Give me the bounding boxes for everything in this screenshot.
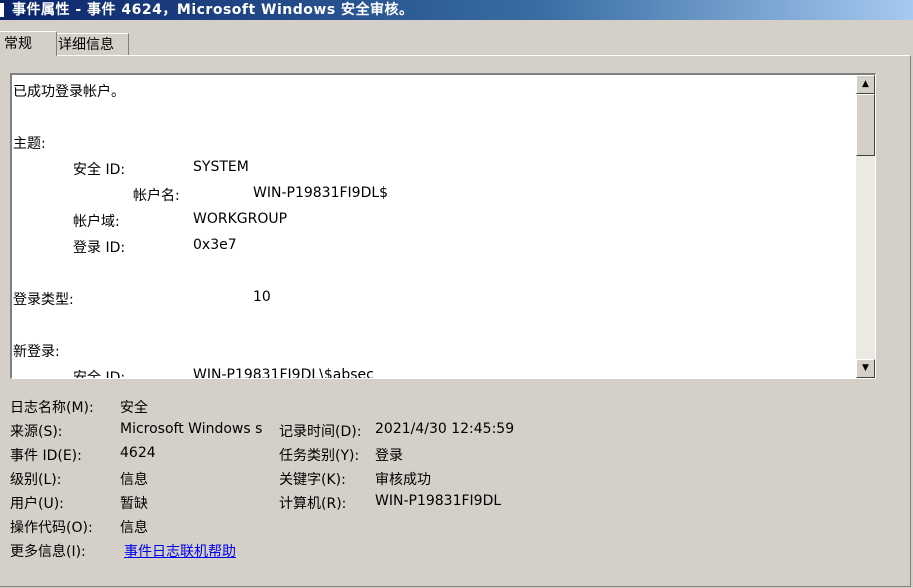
scroll-up-button[interactable]: ▲ <box>856 75 875 94</box>
logon-type-value: 10 <box>253 289 271 305</box>
vertical-scrollbar[interactable]: ▲ ▼ <box>856 75 875 378</box>
scroll-down-button[interactable]: ▼ <box>856 359 875 378</box>
source-label: 来源(S): <box>10 424 63 440</box>
scroll-thumb[interactable] <box>856 94 875 156</box>
logon-type-label: 登录类型: <box>13 292 74 308</box>
computer-value: WIN-P19831FI9DL <box>375 493 502 509</box>
event-id-value: 4624 <box>120 445 156 461</box>
opcode-value: 信息 <box>120 520 148 536</box>
subject-label: 主题: <box>13 136 46 152</box>
account-domain-label: 帐户域: <box>73 214 120 230</box>
level-value: 信息 <box>120 472 148 488</box>
window-icon <box>0 3 4 17</box>
task-category-value: 登录 <box>375 448 403 464</box>
tab-details[interactable]: 详细信息 <box>53 33 129 56</box>
new-logon-label: 新登录: <box>13 344 60 360</box>
log-name-label: 日志名称(M): <box>10 400 94 416</box>
new-security-id-value: WIN-P19831FI9DL\$absec <box>193 367 374 379</box>
online-help-link[interactable]: 事件日志联机帮助 <box>124 541 236 561</box>
account-name-value: WIN-P19831FI9DL$ <box>253 185 389 201</box>
account-name-label: 帐户名: <box>133 188 180 204</box>
event-id-label: 事件 ID(E): <box>10 448 82 464</box>
source-value: Microsoft Windows s <box>120 421 263 437</box>
level-label: 级别(L): <box>10 472 62 488</box>
security-id-label: 安全 ID: <box>73 162 126 178</box>
title-bar[interactable]: 事件属性 - 事件 4624，Microsoft Windows 安全审核。 <box>0 0 913 20</box>
logged-label: 记录时间(D): <box>279 424 362 440</box>
log-name-value: 安全 <box>120 400 148 416</box>
more-info-label: 更多信息(I): <box>10 544 86 560</box>
user-label: 用户(U): <box>10 496 64 512</box>
account-domain-value: WORKGROUP <box>193 211 288 227</box>
logon-id-value: 0x3e7 <box>193 237 237 253</box>
tab-general[interactable]: 常规 <box>0 31 57 56</box>
new-security-id-label: 安全 ID: <box>73 370 126 379</box>
opcode-label: 操作代码(O): <box>10 520 93 536</box>
message-summary: 已成功登录帐户。 <box>13 84 125 100</box>
user-value: 暂缺 <box>120 496 148 512</box>
logon-id-label: 登录 ID: <box>73 240 126 256</box>
event-description-box[interactable]: 已成功登录帐户。 主题: 安全 ID: SYSTEM 帐户名: WIN-P198… <box>10 73 876 379</box>
task-category-label: 任务类别(Y): <box>279 448 360 464</box>
computer-label: 计算机(R): <box>279 496 347 512</box>
keywords-label: 关键字(K): <box>279 472 346 488</box>
security-id-value: SYSTEM <box>193 159 249 175</box>
logged-value: 2021/4/30 12:45:59 <box>375 421 515 437</box>
keywords-value: 审核成功 <box>375 472 431 488</box>
window-title: 事件属性 - 事件 4624，Microsoft Windows 安全审核。 <box>12 2 414 18</box>
